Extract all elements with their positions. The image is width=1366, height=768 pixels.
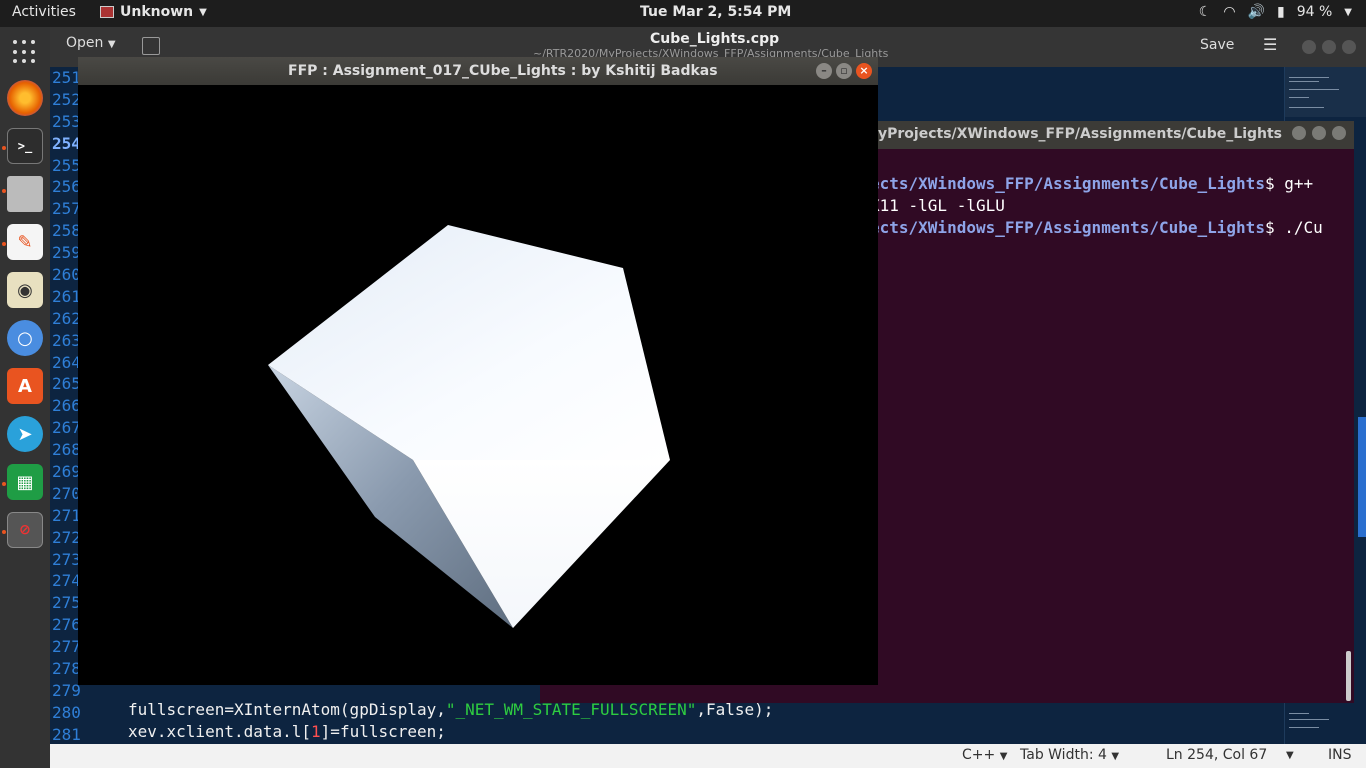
opengl-app-icon[interactable]: ⊘ [7, 512, 43, 548]
open-button[interactable]: Open ▼ [58, 35, 124, 59]
minimize-button[interactable] [1292, 126, 1306, 140]
volume-icon: 🔊 [1247, 4, 1265, 20]
dock: >_ ✎ ◉ ○ A ➤ ▦ ⊘ [0, 27, 50, 768]
files-icon[interactable] [7, 176, 43, 212]
text-editor-icon[interactable]: ✎ [7, 224, 43, 260]
firefox-icon[interactable] [7, 80, 43, 116]
status-bar: C++ ▼ Tab Width: 4 ▼ Ln 254, Col 67 ▼ IN… [50, 744, 1366, 768]
new-document-icon[interactable] [142, 37, 160, 55]
vertical-scrollbar[interactable] [1358, 417, 1366, 537]
maximize-button[interactable] [1312, 126, 1326, 140]
wifi-icon: ◠ [1223, 4, 1236, 20]
close-button[interactable] [1342, 40, 1356, 54]
system-tray[interactable]: ☾ ◠ 🔊 ▮ 94 % ▼ [1199, 4, 1352, 20]
minimap-viewport[interactable] [1285, 67, 1366, 117]
running-indicator [2, 482, 6, 486]
clock[interactable]: Tue Mar 2, 5:54 PM [640, 4, 791, 20]
show-applications-icon[interactable] [13, 40, 37, 64]
app-menu[interactable]: Unknown ▼ [100, 4, 207, 20]
running-indicator [2, 242, 6, 246]
hamburger-menu-icon[interactable]: ☰ [1263, 37, 1277, 53]
opengl-viewport [268, 225, 670, 628]
maximize-button[interactable]: ▫ [836, 63, 852, 79]
maximize-button[interactable] [1322, 40, 1336, 54]
top-bar: Activities Unknown ▼ Tue Mar 2, 5:54 PM … [0, 0, 1366, 27]
chevron-down-icon: ▼ [1344, 6, 1352, 18]
night-light-icon: ☾ [1198, 4, 1212, 20]
save-button[interactable]: Save [1200, 37, 1234, 53]
spreadsheet-icon[interactable]: ▦ [7, 464, 43, 500]
document-title: Cube_Lights.cpp [650, 31, 780, 47]
telegram-icon[interactable]: ➤ [7, 416, 43, 452]
terminal-icon[interactable]: >_ [7, 128, 43, 164]
line-number: 281 [52, 724, 81, 744]
software-center-icon[interactable]: A [7, 368, 43, 404]
code-line: xev.xclient.data.l[1]=fullscreen; [128, 722, 446, 741]
battery-percent: 94 % [1296, 4, 1333, 20]
terminal-title: yProjects/XWindows_FFP/Assignments/Cube_… [878, 126, 1283, 142]
terminal-output: ects/XWindows_FFP/Assignments/Cube_Light… [870, 174, 1323, 237]
battery-icon: ▮ [1277, 4, 1285, 20]
close-button[interactable]: × [856, 63, 872, 79]
running-indicator [2, 189, 6, 193]
minimize-button[interactable]: – [816, 63, 832, 79]
close-button[interactable] [1332, 126, 1346, 140]
tab-width-selector[interactable]: Tab Width: 4 ▼ [1020, 747, 1119, 763]
terminal-scrollbar[interactable] [1346, 651, 1351, 701]
opengl-window[interactable]: FFP : Assignment_017_CUbe_Lights : by Ks… [78, 57, 878, 685]
opengl-window-title: FFP : Assignment_017_CUbe_Lights : by Ks… [288, 63, 718, 79]
running-indicator [2, 146, 6, 150]
language-selector[interactable]: C++ ▼ [962, 747, 1007, 763]
app-menu-label: Unknown [120, 4, 194, 20]
minimize-button[interactable] [1302, 40, 1316, 54]
chevron-down-icon[interactable]: ▼ [1286, 750, 1294, 761]
rhythmbox-icon[interactable]: ◉ [7, 272, 43, 308]
chromium-icon[interactable]: ○ [7, 320, 43, 356]
activities-button[interactable]: Activities [12, 4, 76, 20]
chevron-down-icon: ▼ [199, 6, 207, 18]
running-indicator [2, 530, 6, 534]
insert-mode[interactable]: INS [1328, 747, 1352, 763]
app-menu-icon [100, 6, 114, 18]
line-number: 280 [52, 702, 81, 722]
cursor-position[interactable]: Ln 254, Col 67 [1166, 747, 1267, 763]
opengl-titlebar[interactable]: FFP : Assignment_017_CUbe_Lights : by Ks… [78, 57, 878, 85]
